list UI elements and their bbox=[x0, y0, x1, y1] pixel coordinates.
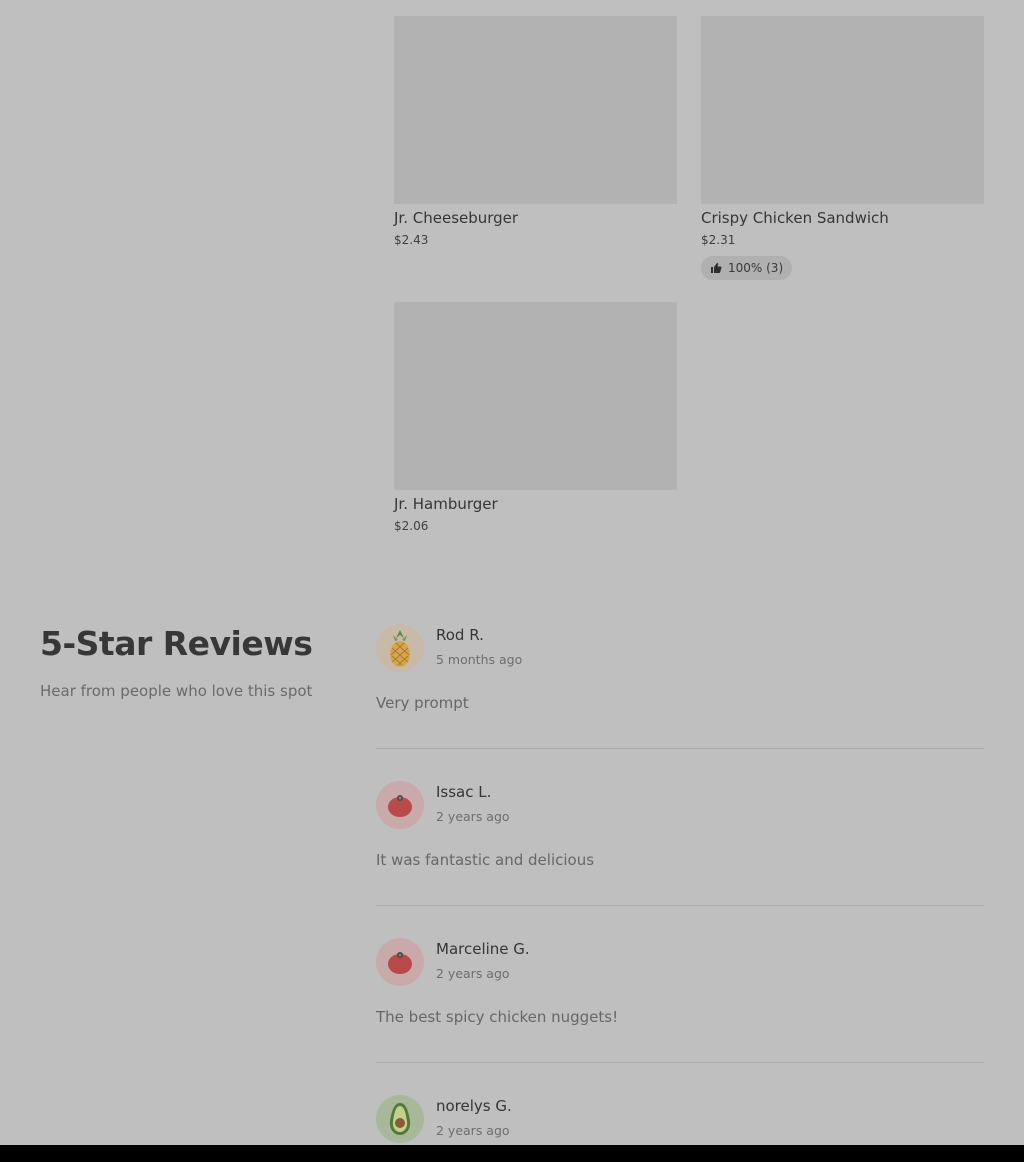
divider bbox=[376, 748, 984, 749]
menu-item-name: Crispy Chicken Sandwich bbox=[701, 209, 889, 227]
reviewer-name: Rod R. bbox=[436, 626, 484, 644]
reviews-subtitle: Hear from people who love this spot bbox=[40, 682, 313, 700]
pineapple-icon bbox=[390, 630, 410, 667]
review-text: The best spicy chicken nuggets! bbox=[376, 1008, 619, 1026]
menu-item-price: $2.43 bbox=[394, 233, 429, 247]
divider bbox=[376, 905, 984, 906]
menu-item-image bbox=[394, 302, 677, 490]
bottom-bar bbox=[0, 1145, 1024, 1162]
menu-item-price: $2.06 bbox=[394, 519, 429, 533]
review-item: Rod R. 5 months ago Very prompt bbox=[376, 624, 984, 724]
review-item: norelys G. 2 years ago bbox=[376, 1095, 984, 1145]
menu-item-name: Jr. Hamburger bbox=[394, 495, 498, 513]
review-item: Issac L. 2 years ago It was fantastic an… bbox=[376, 781, 984, 881]
reviewer-name: norelys G. bbox=[436, 1097, 512, 1115]
review-text: Very prompt bbox=[376, 694, 469, 712]
review-time: 2 years ago bbox=[436, 1123, 510, 1138]
menu-item-image bbox=[701, 16, 984, 204]
menu-item-card[interactable]: Jr. Cheeseburger $2.43 bbox=[394, 16, 677, 247]
avatar bbox=[376, 781, 424, 829]
rating-text: 100% (3) bbox=[728, 261, 784, 275]
review-item: Marceline G. 2 years ago The best spicy … bbox=[376, 938, 984, 1038]
thumbs-up-icon bbox=[711, 263, 722, 273]
tomato-icon bbox=[388, 795, 412, 817]
menu-item-image bbox=[394, 16, 677, 204]
review-text: It was fantastic and delicious bbox=[376, 851, 595, 869]
avatar bbox=[376, 624, 424, 672]
avatar bbox=[376, 938, 424, 986]
divider bbox=[376, 1062, 984, 1063]
review-time: 2 years ago bbox=[436, 809, 510, 824]
menu-item-name: Jr. Cheeseburger bbox=[394, 209, 519, 227]
reviewer-name: Marceline G. bbox=[436, 940, 530, 958]
menu-item-card[interactable]: Crispy Chicken Sandwich $2.31 100% (3) bbox=[701, 16, 984, 280]
tomato-icon bbox=[388, 952, 412, 974]
avocado-icon bbox=[389, 1103, 411, 1135]
avatar bbox=[376, 1095, 424, 1143]
reviewer-name: Issac L. bbox=[436, 783, 492, 801]
reviews-title: 5-Star Reviews bbox=[40, 624, 313, 663]
review-time: 5 months ago bbox=[436, 652, 523, 667]
menu-item-card[interactable]: Jr. Hamburger $2.06 bbox=[394, 302, 677, 533]
menu-item-price: $2.31 bbox=[701, 233, 736, 247]
review-time: 2 years ago bbox=[436, 966, 510, 981]
rating-badge: 100% (3) bbox=[701, 256, 793, 280]
